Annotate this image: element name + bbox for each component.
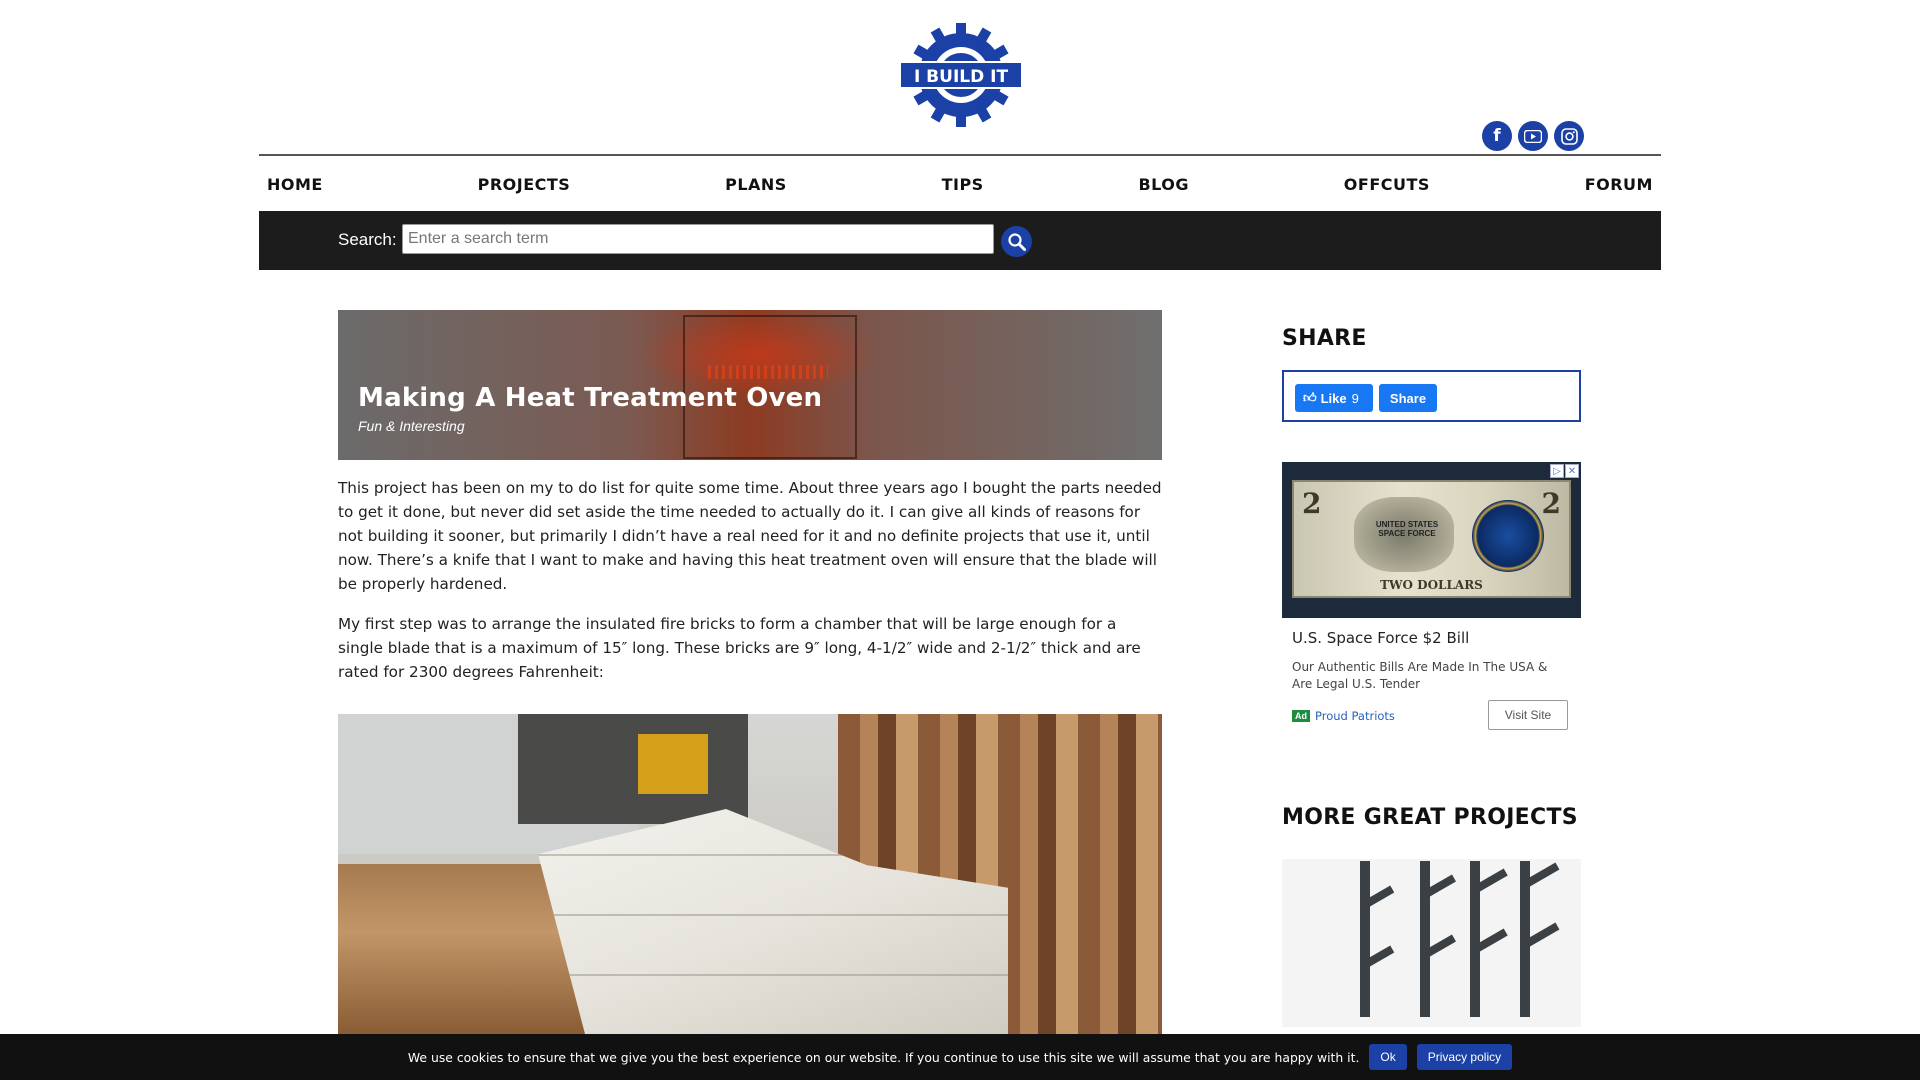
logo-text: I BUILD IT <box>914 67 1009 87</box>
nav-tips[interactable]: TIPS <box>942 175 984 194</box>
ad-headline[interactable]: U.S. Space Force $2 Bill <box>1292 629 1469 647</box>
ad-image[interactable]: 2 2 UNITED STATES SPACE FORCE TWO DOLLAR… <box>1282 462 1581 618</box>
article-photo <box>338 714 1162 1034</box>
ad-choices-icon[interactable]: ▷ <box>1550 464 1564 478</box>
nav-home[interactable]: HOME <box>267 175 323 194</box>
like-count: 9 <box>1351 390 1359 406</box>
gear-logo-icon: I BUILD IT <box>899 23 1023 127</box>
facebook-share-button[interactable]: Share <box>1379 384 1437 412</box>
more-projects-heading: MORE GREAT PROJECTS <box>1282 805 1578 830</box>
article-hero: Making A Heat Treatment Oven Fun & Inter… <box>338 310 1162 460</box>
nav-plans[interactable]: PLANS <box>725 175 787 194</box>
nav-forum[interactable]: FORUM <box>1585 175 1653 194</box>
article-title: Making A Heat Treatment Oven <box>358 383 823 413</box>
facebook-icon[interactable]: f <box>1482 121 1512 151</box>
youtube-icon[interactable] <box>1518 121 1548 151</box>
nav-projects[interactable]: PROJECTS <box>478 175 571 194</box>
privacy-policy-button[interactable]: Privacy policy <box>1416 1044 1513 1070</box>
share-widget: 👍︎ Like 9 Share <box>1282 370 1581 422</box>
thumbs-up-icon: 👍︎ <box>1303 390 1317 405</box>
social-links: f <box>1482 121 1584 151</box>
search-input[interactable] <box>402 224 994 254</box>
visit-site-button[interactable]: Visit Site <box>1488 700 1568 730</box>
cookie-banner: We use cookies to ensure that we give yo… <box>0 1034 1920 1080</box>
cookie-ok-button[interactable]: Ok <box>1369 1044 1407 1070</box>
share-heading: SHARE <box>1282 326 1367 351</box>
search-label: Search: <box>338 230 397 249</box>
ad-body: Our Authentic Bills Are Made In The USA … <box>1292 660 1548 691</box>
header-divider <box>259 154 1661 156</box>
article-category[interactable]: Fun & Interesting <box>358 418 465 434</box>
close-icon[interactable]: ✕ <box>1565 464 1579 478</box>
sidebar-ad: 2 2 UNITED STATES SPACE FORCE TWO DOLLAR… <box>1282 462 1581 732</box>
project-thumbnail[interactable] <box>1282 859 1581 1027</box>
search-button[interactable] <box>1001 226 1032 257</box>
article-paragraph: My first step was to arrange the insulat… <box>338 615 1141 681</box>
facebook-like-button[interactable]: 👍︎ Like 9 <box>1295 384 1373 412</box>
nav-blog[interactable]: BLOG <box>1138 175 1189 194</box>
instagram-icon[interactable] <box>1554 121 1584 151</box>
like-label: Like <box>1320 390 1347 406</box>
article-paragraph: This project has been on my to do list f… <box>338 479 1162 593</box>
ad-badge: Ad <box>1292 710 1310 722</box>
search-bar: Search: <box>259 211 1661 270</box>
nav-offcuts[interactable]: OFFCUTS <box>1344 175 1430 194</box>
search-icon <box>1007 232 1026 251</box>
ad-advertiser[interactable]: Proud Patriots <box>1315 709 1395 723</box>
cookie-message: We use cookies to ensure that we give yo… <box>407 1049 1360 1065</box>
main-nav: HOME PROJECTS PLANS TIPS BLOG OFFCUTS FO… <box>259 157 1661 211</box>
site-logo[interactable]: I BUILD IT <box>899 20 1023 130</box>
